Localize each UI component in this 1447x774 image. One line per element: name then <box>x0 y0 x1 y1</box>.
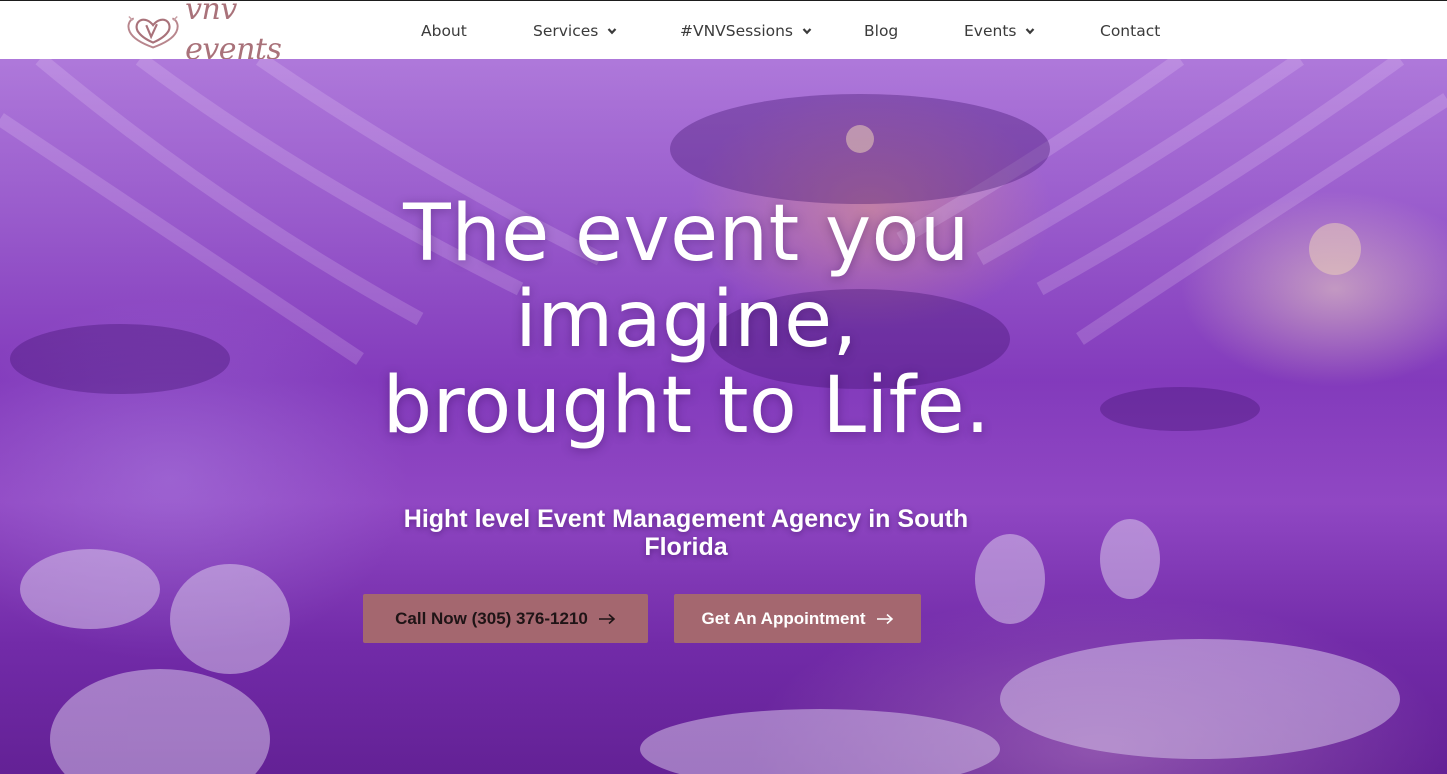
nav-item-label: Blog <box>864 21 899 40</box>
nav-item-label: #VNVSessions <box>680 21 794 40</box>
arrow-right-icon <box>876 613 893 624</box>
nav-item-services[interactable]: Services <box>533 1 617 60</box>
nav-item-about[interactable]: About <box>421 1 467 60</box>
hero-headline: The event you imagine, brought to Life. <box>300 191 1073 449</box>
nav-item-blog[interactable]: Blog <box>864 1 898 60</box>
get-appointment-button[interactable]: Get An Appointment <box>674 594 921 643</box>
nav-item-contact[interactable]: Contact <box>1100 1 1160 60</box>
hero-section: The event you imagine, brought to Life. … <box>0 59 1447 774</box>
hero-subheadline: Hight level Event Management Agency in S… <box>403 505 969 561</box>
call-now-button[interactable]: Call Now (305) 376-1210 <box>363 594 648 643</box>
nav-item-label: Contact <box>1100 21 1161 40</box>
headline-line: brought to Life. <box>382 361 991 451</box>
site-header: vnv events About Services #VNVSessions B… <box>0 0 1447 67</box>
arrow-right-icon <box>598 613 616 624</box>
nav-item-events[interactable]: Events <box>964 1 1035 60</box>
main-nav: About Services #VNVSessions Blog Events … <box>0 1 1447 60</box>
chevron-down-icon <box>608 27 617 34</box>
chevron-down-icon <box>802 27 812 34</box>
nav-item-label: Events <box>964 21 1017 40</box>
nav-item-vnvsessions[interactable]: #VNVSessions <box>680 1 812 60</box>
nav-item-label: About <box>421 21 467 40</box>
headline-line: imagine, <box>515 275 858 365</box>
chevron-down-icon <box>1026 27 1035 34</box>
nav-item-label: Services <box>533 21 599 40</box>
headline-line: The event you <box>403 189 970 279</box>
get-appointment-label: Get An Appointment <box>701 608 866 628</box>
call-now-label: Call Now (305) 376-1210 <box>395 608 588 628</box>
